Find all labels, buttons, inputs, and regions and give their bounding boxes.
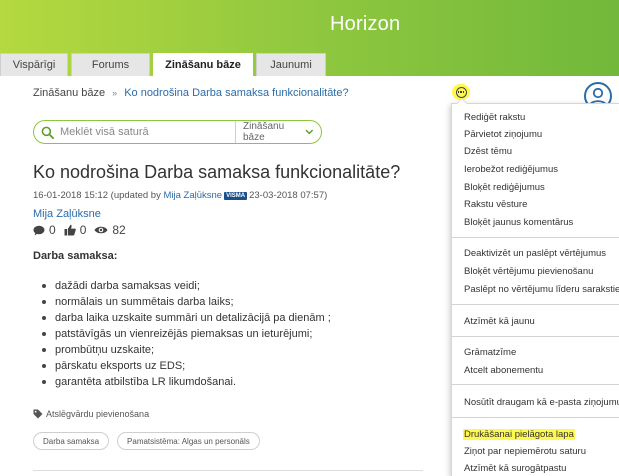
menu-item-edit-article[interactable]: Rediģēt rakstu bbox=[464, 112, 525, 123]
menu-item-mark-spam[interactable]: Atzīmēt kā surogātpastu bbox=[464, 463, 566, 474]
search-scope-select[interactable]: Zināšanu bāze bbox=[236, 121, 321, 143]
breadcrumb-home[interactable]: Zināšanu bāze bbox=[33, 87, 105, 99]
list-item: dažādi darba samaksas veidi; bbox=[42, 279, 331, 295]
tab-zinasanu-baze[interactable]: Zināšanu bāze bbox=[153, 53, 253, 76]
menu-item-unsubscribe[interactable]: Atcelt abonementu bbox=[464, 365, 543, 376]
content-divider bbox=[33, 470, 423, 471]
breadcrumb: Zināšanu bāze » Ko nodrošina Darba samak… bbox=[33, 87, 349, 99]
visma-badge: VISMA bbox=[224, 191, 248, 200]
author-link[interactable]: Mija Zaļūksne bbox=[33, 208, 101, 220]
views-stat: 82 bbox=[94, 223, 126, 237]
article-stats: 0 0 82 bbox=[33, 223, 134, 237]
tag-icon bbox=[33, 409, 43, 419]
brand-title[interactable]: Horizon bbox=[330, 13, 400, 36]
menu-item-bookmark[interactable]: Grāmatzīme bbox=[464, 347, 516, 358]
menu-item-lock-ratings[interactable]: Bloķēt vērtējumu pievienošanu bbox=[464, 266, 593, 277]
article-title: Ko nodrošina Darba samaksa funkcionalitā… bbox=[33, 162, 401, 182]
article-meta: 16-01-2018 15:12 (updated by Mija Zaļūks… bbox=[33, 190, 327, 201]
menu-item-restrict-edits[interactable]: Ierobežot rediģējumus bbox=[464, 164, 558, 175]
list-item: prombūtņu uzskaite; bbox=[42, 343, 331, 359]
search-icon[interactable] bbox=[34, 121, 60, 143]
comment-icon bbox=[33, 225, 45, 235]
likes-stat[interactable]: 0 bbox=[64, 223, 87, 237]
updated-date: 23-03-2018 07:57) bbox=[249, 190, 328, 201]
updated-by-link[interactable]: Mija Zaļūksne bbox=[163, 190, 222, 201]
menu-divider bbox=[452, 384, 619, 385]
feature-list: dažādi darba samaksas veidi; normālais u… bbox=[42, 279, 331, 391]
menu-item-move-message[interactable]: Pārvietot ziņojumu bbox=[464, 129, 542, 140]
menu-divider bbox=[452, 237, 619, 238]
menu-caret-fill bbox=[457, 99, 467, 104]
thumbs-up-icon bbox=[64, 224, 76, 236]
eye-icon bbox=[94, 226, 108, 234]
menu-item-mark-as-new[interactable]: Atzīmēt kā jaunu bbox=[464, 316, 535, 327]
tag-section-label: Atslēgvārdu pievienošana bbox=[33, 409, 149, 419]
menu-item-article-history[interactable]: Rakstu vēsture bbox=[464, 199, 527, 210]
comments-stat[interactable]: 0 bbox=[33, 223, 56, 237]
ellipsis-icon bbox=[455, 86, 467, 98]
chevron-down-icon bbox=[305, 129, 314, 135]
tab-forums[interactable]: Forums bbox=[71, 53, 150, 76]
breadcrumb-separator: » bbox=[112, 88, 118, 98]
list-item: darba laika uzskaite summāri un detalizā… bbox=[42, 311, 331, 327]
comments-count: 0 bbox=[49, 223, 56, 237]
menu-item-printer-friendly[interactable]: Drukāšanai pielāgota lapa bbox=[463, 429, 575, 440]
views-count: 82 bbox=[112, 223, 126, 237]
add-keywords-link[interactable]: Atslēgvārdu pievienošana bbox=[46, 409, 149, 419]
search-input[interactable] bbox=[60, 122, 232, 142]
menu-divider bbox=[452, 304, 619, 305]
menu-divider bbox=[452, 336, 619, 337]
menu-item-disable-ratings[interactable]: Deaktivizēt un paslēpt vērtējumus bbox=[464, 248, 606, 259]
breadcrumb-current[interactable]: Ko nodrošina Darba samaksa funkcionalitā… bbox=[124, 87, 348, 99]
search-scope-label: Zināšanu bāze bbox=[243, 121, 285, 143]
menu-item-delete-topic[interactable]: Dzēst tēmu bbox=[464, 146, 512, 157]
options-dropdown-menu: Rediģēt rakstu Pārvietot ziņojumu Dzēst … bbox=[451, 103, 619, 476]
list-item: garantēta atbilstība LR likumdošanai. bbox=[42, 375, 331, 391]
menu-item-report-content[interactable]: Ziņot par nepiemērotu saturu bbox=[464, 446, 586, 457]
search-bar: Zināšanu bāze bbox=[33, 120, 322, 144]
menu-divider bbox=[452, 417, 619, 418]
tag-list: Darba samaksa Pamatsistēma: Algas un per… bbox=[33, 432, 268, 450]
list-item: patstāvīgās un vienreizējās piemaksas un… bbox=[42, 327, 331, 343]
list-item: pārskatu eksports uz EDS; bbox=[42, 359, 331, 375]
menu-item-lock-edits[interactable]: Bloķēt rediģējumus bbox=[464, 182, 545, 193]
section-heading: Darba samaksa: bbox=[33, 250, 118, 262]
list-item: normālais un summētais darba laiks; bbox=[42, 295, 331, 311]
menu-item-hide-from-leaderboards[interactable]: Paslēpt no vērtējumu līderu sarakstiem bbox=[464, 284, 619, 295]
tab-jaunumi[interactable]: Jaunumi bbox=[256, 53, 326, 76]
menu-item-lock-comments[interactable]: Bloķēt jaunus komentārus bbox=[464, 217, 573, 228]
created-date: 16-01-2018 15:12 bbox=[33, 190, 109, 201]
tag-chip-pamatsistema[interactable]: Pamatsistēma: Algas un personāls bbox=[117, 432, 260, 450]
menu-item-email-to-friend[interactable]: Nosūtīt draugam kā e-pasta ziņojumu bbox=[464, 397, 619, 408]
tag-chip-darba-samaksa[interactable]: Darba samaksa bbox=[33, 432, 110, 450]
likes-count: 0 bbox=[79, 223, 87, 237]
updated-prefix: (updated by bbox=[110, 190, 161, 201]
tab-visparigi[interactable]: Vispārīgi bbox=[0, 53, 68, 76]
main-tabs: Vispārīgi Forums Zināšanu bāze Jaunumi bbox=[0, 53, 329, 76]
